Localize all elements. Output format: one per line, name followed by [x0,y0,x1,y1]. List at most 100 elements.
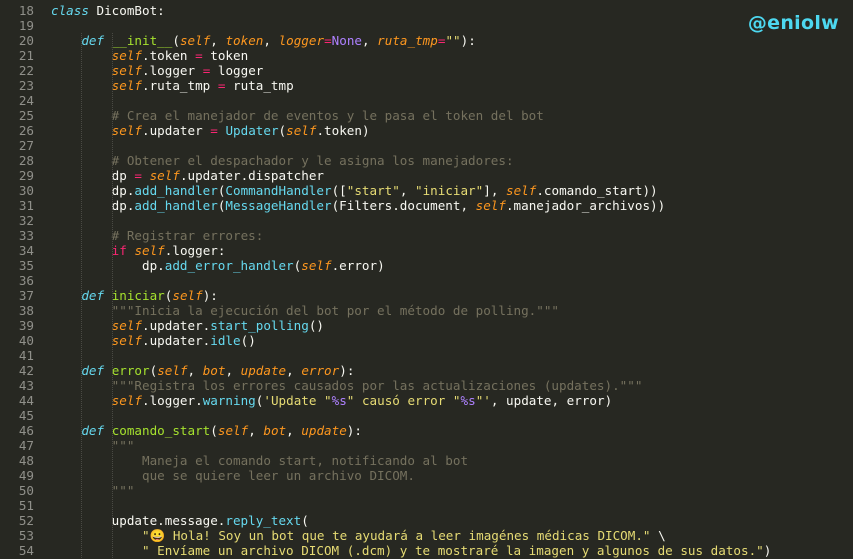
code-token: ([ [331,183,347,198]
line-number: 38 [18,303,34,318]
code-token: error [111,363,150,378]
code-token: "" [445,33,461,48]
line-number: 39 [18,318,34,333]
code-token: dp. [51,198,135,213]
code-line[interactable]: 44 self.logger.warning('Update "%s" caus… [0,393,853,408]
code-token: self [111,48,143,63]
code-line[interactable]: 27 [0,138,853,153]
code-token: .updater.dispatcher [179,168,324,183]
code-line[interactable]: 30 dp.add_handler(CommandHandler(["start… [0,183,853,198]
code-text: self.updater.start_polling() [51,318,324,333]
code-line[interactable]: 53 "😀 Hola! Soy un bot que te ayudará a … [0,528,853,543]
code-line[interactable]: 47 """ [0,438,853,453]
line-number: 22 [18,63,34,78]
line-number: 23 [18,78,34,93]
code-line[interactable]: 20 def __init__(self, token, logger=None… [0,33,853,48]
code-line[interactable]: 41 [0,348,853,363]
code-token: ruta_tmp [225,78,294,93]
code-line[interactable]: 34 if self.logger: [0,243,853,258]
line-number: 44 [18,393,34,408]
code-token: = [324,33,332,48]
code-token: 'Update " [263,393,332,408]
code-text: " Envíame un archivo DICOM (.dcm) y te m… [51,543,771,558]
code-text: # Obtener el despachador y le asigna los… [51,153,514,168]
code-line[interactable]: 19 [0,18,853,33]
line-number: 43 [18,378,34,393]
code-line[interactable]: 25 # Crea el manejador de eventos y le p… [0,108,853,123]
code-line[interactable]: 48 Maneja el comando start, notificando … [0,453,853,468]
code-token: " Envíame un archivo DICOM (.dcm) y te m… [142,543,764,558]
code-line[interactable]: 36 [0,273,853,288]
code-line[interactable]: 22 self.logger = logger [0,63,853,78]
code-line[interactable]: 49 que se quiere leer un archivo DICOM. [0,468,853,483]
code-text: """Inicia la ejecución del bot por el mé… [51,303,559,318]
code-line[interactable]: 51 [0,498,853,513]
code-line[interactable]: 35 dp.add_error_handler(self.error) [0,258,853,273]
code-token: .token [142,48,196,63]
code-text: # Crea el manejador de eventos y le pasa… [51,108,544,123]
line-number: 25 [18,108,34,123]
code-line[interactable]: 54 " Envíame un archivo DICOM (.dcm) y t… [0,543,853,558]
code-token: self [111,318,143,333]
code-line[interactable]: 29 dp = self.updater.dispatcher [0,168,853,183]
code-token: self [505,183,537,198]
code-token: warning [202,393,256,408]
code-line[interactable]: 23 self.ruta_tmp = ruta_tmp [0,78,853,93]
code-token: , [362,33,378,48]
code-token: self [172,288,203,303]
code-token: (Filters.document, [331,198,476,213]
code-line[interactable]: 26 self.updater = Updater(self.token) [0,123,853,138]
code-line[interactable]: 50 """ [0,483,853,498]
code-token: self [475,198,506,213]
code-token: self [111,78,143,93]
code-token: , [286,363,302,378]
code-line[interactable]: 38 """Inicia la ejecución del bot por el… [0,303,853,318]
code-token: logger [210,63,264,78]
code-line[interactable]: 33 # Registrar errores: [0,228,853,243]
code-token: .token) [316,123,370,138]
code-token: idle [210,333,241,348]
code-token: def [81,423,105,438]
code-line[interactable]: 21 self.token = token [0,48,853,63]
line-number: 45 [18,408,34,423]
code-token: ) [763,543,772,558]
code-line[interactable]: 45 [0,408,853,423]
code-token: MessageHandler [225,198,332,213]
code-line[interactable]: 42 def error(self, bot, update, error): [0,363,853,378]
code-line[interactable]: 37 def iniciar(self): [0,288,853,303]
code-line[interactable]: 46 def comando_start(self, bot, update): [0,423,853,438]
code-line[interactable]: 24 [0,93,853,108]
code-line[interactable]: 43 """Registra los errores causados por … [0,378,853,393]
code-token: .updater. [142,333,211,348]
code-token: self [301,258,332,273]
code-token: """ [111,483,135,498]
code-token: ): [460,33,476,48]
code-text: def error(self, bot, update, error): [51,363,354,378]
code-token: ( [172,33,180,48]
code-text: if self.logger: [51,243,226,258]
indent-guide [111,33,114,558]
line-number: 30 [18,183,34,198]
code-token: """Registra los errores causados por las… [111,378,643,393]
code-line[interactable]: 31 dp.add_handler(MessageHandler(Filters… [0,198,853,213]
code-line[interactable]: 32 [0,213,853,228]
code-token: () [240,333,256,348]
line-number: 29 [18,168,34,183]
code-token: Updater [225,123,279,138]
code-text: dp.add_handler(MessageHandler(Filters.do… [51,198,666,213]
code-line[interactable]: 39 self.updater.start_polling() [0,318,853,333]
code-line[interactable]: 52 update.message.reply_text( [0,513,853,528]
code-line[interactable]: 28 # Obtener el despachador y le asigna … [0,153,853,168]
code-line[interactable]: 40 self.updater.idle() [0,333,853,348]
code-line[interactable]: 18 class DicomBot: [0,3,853,18]
code-text: que se quiere leer un archivo DICOM. [51,468,415,483]
code-editor[interactable]: 18 class DicomBot: 19 20 def __init__(self,… [0,0,853,559]
line-number: 42 [18,363,34,378]
line-number: 51 [18,498,34,513]
line-number: 52 [18,513,34,528]
